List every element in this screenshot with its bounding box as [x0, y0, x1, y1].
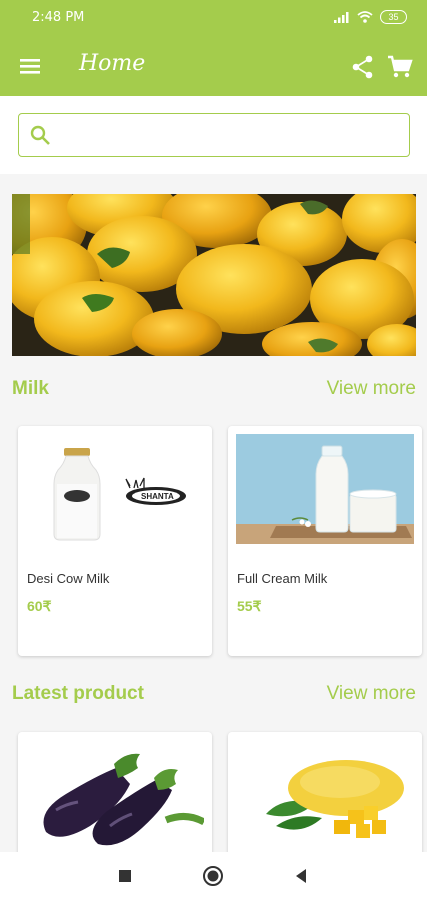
milk-bottle-image — [26, 434, 204, 544]
product-name: Desi Cow Milk — [27, 571, 110, 586]
home-screen: 2:48 PM 35 Home Milk View more SHANTA De… — [0, 0, 427, 900]
product-card[interactable]: Full Cream Milk 55₹ — [228, 426, 422, 656]
share-icon[interactable] — [350, 54, 376, 80]
status-icons: 35 — [334, 10, 407, 24]
nav-square-icon[interactable] — [113, 864, 137, 888]
product-image — [236, 740, 414, 850]
view-more-link[interactable]: View more — [327, 378, 416, 400]
signal-icon — [334, 12, 349, 23]
toolbar: Home — [0, 44, 427, 92]
status-bar: 2:48 PM 35 — [0, 0, 427, 36]
status-time: 2:48 PM — [32, 10, 85, 25]
menu-icon[interactable] — [18, 52, 44, 80]
nav-circle-icon[interactable] — [201, 864, 225, 888]
section-title: Milk — [12, 378, 49, 399]
battery-icon: 35 — [380, 10, 407, 24]
search-box[interactable] — [18, 113, 410, 157]
wifi-icon — [357, 11, 373, 23]
product-price: 55₹ — [237, 598, 262, 614]
banner-image — [12, 194, 416, 356]
section-header-latest: Latest product View more — [12, 681, 416, 709]
view-more-link[interactable]: View more — [327, 683, 416, 705]
page-title: Home — [79, 51, 146, 76]
milk-glass-image — [236, 434, 414, 544]
mango-image — [236, 740, 414, 850]
search-icon — [30, 125, 50, 145]
system-nav-bar — [0, 852, 427, 900]
product-image: SHANTA — [26, 434, 204, 544]
brand-logo-text: SHANTA — [141, 492, 174, 501]
nav-back-icon[interactable] — [289, 864, 313, 888]
promo-banner[interactable] — [12, 194, 416, 356]
search-area — [0, 96, 427, 174]
product-image — [26, 740, 204, 850]
app-bar: 2:48 PM 35 Home — [0, 0, 427, 96]
product-price: 60₹ — [27, 598, 52, 614]
section-title: Latest product — [12, 683, 144, 704]
eggplant-image — [26, 740, 204, 850]
product-image — [236, 434, 414, 544]
cart-icon[interactable] — [387, 54, 413, 80]
search-input[interactable] — [61, 120, 401, 150]
section-header-milk: Milk View more — [12, 376, 416, 404]
product-name: Full Cream Milk — [237, 571, 328, 586]
product-card[interactable]: SHANTA Desi Cow Milk 60₹ — [18, 426, 212, 656]
